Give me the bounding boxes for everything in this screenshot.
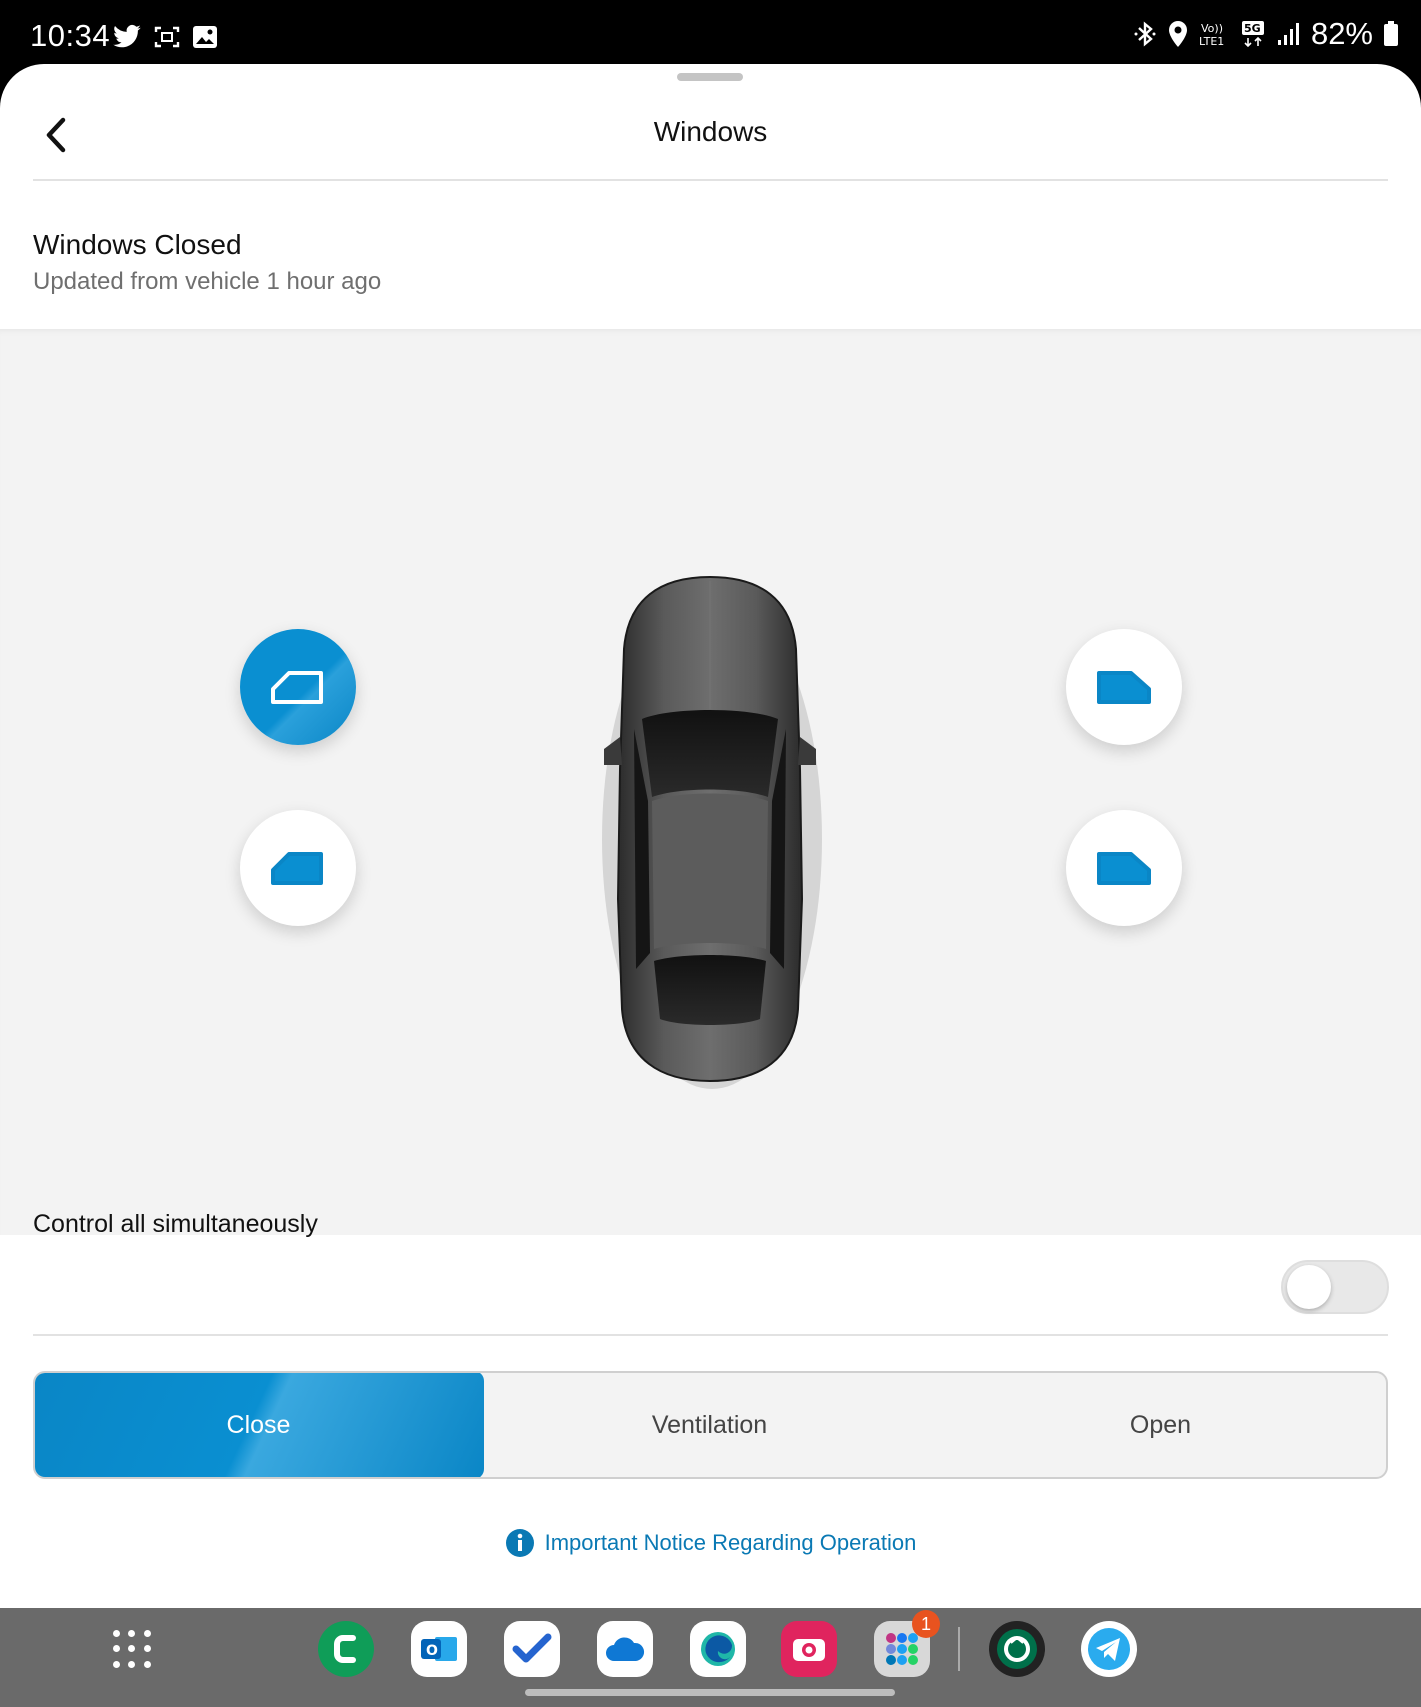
notice-text: Important Notice Regarding Operation bbox=[544, 1530, 917, 1555]
divider bbox=[33, 1334, 1388, 1336]
page-title: Windows bbox=[653, 116, 768, 147]
window-left-icon bbox=[271, 852, 323, 885]
mode-ventilation-button[interactable]: Ventilation bbox=[484, 1373, 935, 1477]
svg-text:LTE1: LTE1 bbox=[1199, 35, 1224, 48]
gallery-icon bbox=[192, 25, 218, 49]
signal-icon bbox=[1277, 22, 1301, 46]
todo-app-icon[interactable] bbox=[504, 1621, 560, 1677]
window-mode-selector: Close Ventilation Open bbox=[33, 1371, 1388, 1479]
front-right-window-button[interactable] bbox=[1066, 629, 1182, 745]
location-icon bbox=[1167, 20, 1189, 48]
toggle-knob bbox=[1287, 1265, 1331, 1309]
rear-left-window-button[interactable] bbox=[240, 810, 356, 926]
car-top-view-image bbox=[602, 575, 822, 1089]
windows-status-subtitle: Updated from vehicle 1 hour ago bbox=[33, 268, 382, 295]
rear-right-window-button[interactable] bbox=[1066, 810, 1182, 926]
edge-app-icon[interactable] bbox=[690, 1621, 746, 1677]
control-all-label: Control all simultaneously bbox=[33, 1210, 318, 1238]
battery-icon bbox=[1383, 21, 1399, 47]
window-left-icon bbox=[271, 671, 323, 704]
vehicle-panel bbox=[0, 329, 1421, 1235]
volte-icon: Vo)) LTE1 bbox=[1199, 20, 1231, 48]
status-bar: 10:34 Vo)) LTE1 5G 82% bbox=[0, 0, 1421, 64]
home-indicator[interactable] bbox=[525, 1689, 895, 1696]
bluetooth-icon bbox=[1133, 20, 1157, 48]
sheet-grabber[interactable] bbox=[677, 73, 743, 81]
window-right-icon bbox=[1097, 671, 1151, 704]
battery-percent: 82% bbox=[1310, 16, 1373, 51]
telegram-app-icon[interactable] bbox=[1081, 1621, 1137, 1677]
dock-separator bbox=[958, 1627, 960, 1671]
outlook-app-icon[interactable]: O bbox=[411, 1621, 467, 1677]
camera-app-icon[interactable] bbox=[781, 1621, 837, 1677]
window-right-icon bbox=[1097, 852, 1151, 885]
screenshot-icon bbox=[154, 25, 180, 49]
control-all-toggle[interactable] bbox=[1281, 1260, 1389, 1314]
status-time: 10:34 bbox=[30, 18, 111, 53]
network-5g-icon: 5G bbox=[1241, 20, 1267, 48]
starbucks-app-icon[interactable] bbox=[989, 1621, 1045, 1677]
notification-badge: 1 bbox=[912, 1610, 940, 1638]
twitter-icon bbox=[112, 24, 142, 50]
svg-text:5G: 5G bbox=[1244, 22, 1261, 35]
mode-open-button[interactable]: Open bbox=[935, 1373, 1386, 1477]
divider bbox=[33, 179, 1388, 181]
info-icon bbox=[505, 1529, 534, 1557]
mode-close-button[interactable]: Close bbox=[35, 1373, 484, 1477]
important-notice-link[interactable]: Important Notice Regarding Operation bbox=[0, 1528, 1421, 1558]
windows-status-title: Windows Closed bbox=[33, 229, 242, 260]
app-drawer-button[interactable] bbox=[113, 1630, 153, 1670]
onedrive-app-icon[interactable] bbox=[597, 1621, 653, 1677]
svg-text:O: O bbox=[426, 1643, 438, 1659]
svg-text:Vo)): Vo)) bbox=[1201, 22, 1223, 35]
phone-app-icon[interactable] bbox=[318, 1621, 374, 1677]
front-left-window-button[interactable] bbox=[240, 629, 356, 745]
